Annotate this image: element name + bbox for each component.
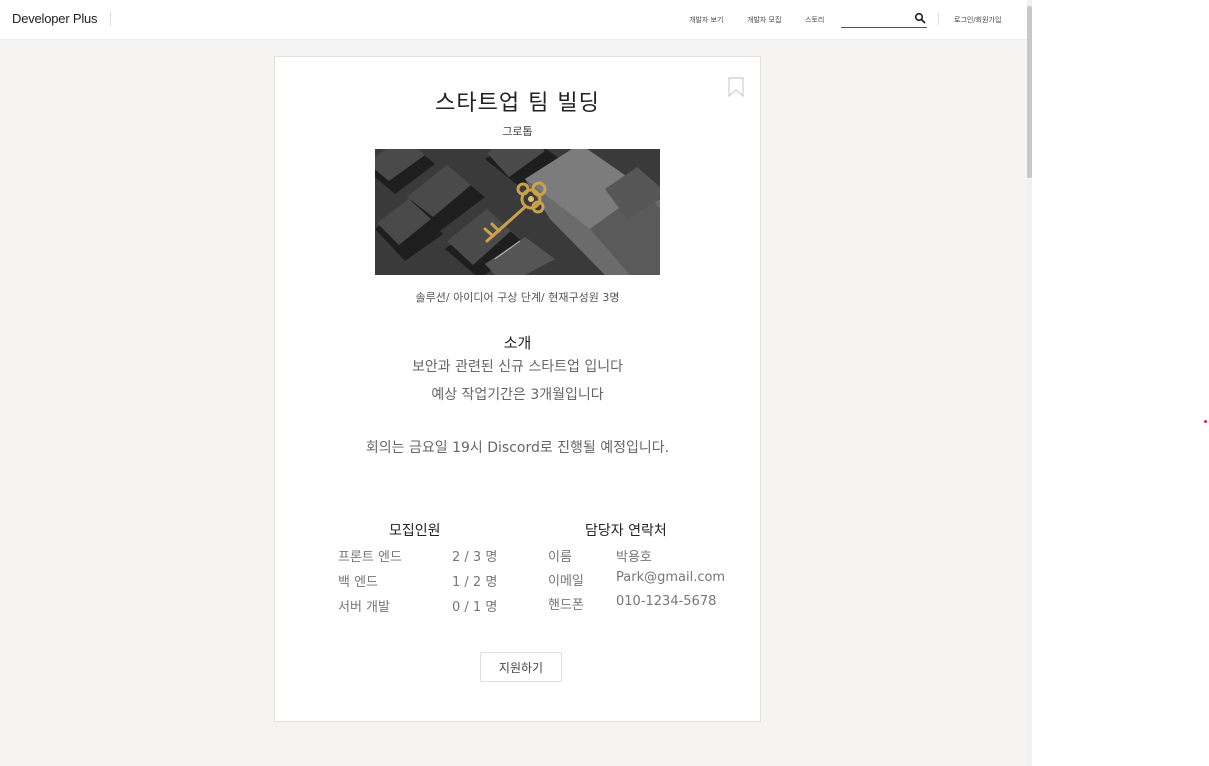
intro-line: 보안과 관련된 신규 스타트업 입니다 — [412, 359, 623, 375]
contact-heading: 담당자 연락처 — [585, 523, 667, 539]
recruit-role: 백 엔드 — [338, 575, 379, 590]
top-navbar: Developer Plus 개발자 보기 개발자 모집 스토리 로그인/회원가… — [0, 0, 1027, 40]
blank-area — [1032, 0, 1209, 766]
login-signup-link[interactable]: 로그인/회원가입 — [954, 15, 1001, 25]
recruit-count: 2 / 3 명 — [452, 550, 498, 565]
recruit-count: 0 / 1 명 — [452, 600, 498, 615]
post-meta: 솔루션/ 아이디어 구상 단계/ 현재구성원 3명 — [415, 291, 620, 304]
nav-link-developers[interactable]: 개발자 보기 — [689, 15, 723, 25]
recruit-role: 서버 개발 — [338, 600, 390, 615]
nav-divider — [938, 13, 939, 25]
intro-line: 회의는 금요일 19시 Discord로 진행될 예정입니다. — [365, 440, 670, 456]
recruit-heading: 모집인원 — [389, 523, 441, 539]
nav-link-story[interactable]: 스토리 — [805, 15, 824, 25]
page-viewport: Developer Plus 개발자 보기 개발자 모집 스토리 로그인/회원가… — [0, 0, 1027, 766]
brand-divider — [110, 12, 111, 26]
contact-email: Park@gmail.com — [616, 570, 726, 585]
contact-name: 박용호 — [616, 550, 652, 565]
search-underline — [841, 27, 927, 28]
hero-image-keyboard-key — [375, 149, 660, 275]
contact-label: 핸드폰 — [548, 598, 584, 613]
search-icon[interactable] — [914, 12, 926, 24]
recruit-count: 1 / 2 명 — [452, 575, 498, 590]
cursor-dot — [1204, 420, 1207, 423]
contact-label: 이메일 — [548, 574, 584, 589]
contact-label: 이름 — [548, 550, 572, 565]
post-card: 스타트업 팀 빌딩 그로톱 솔루션/ 아이디어 구상 단계/ 현재구성원 3명 … — [274, 56, 761, 722]
intro-heading: 소개 — [503, 334, 532, 352]
nav-link-recruit[interactable]: 개발자 모집 — [747, 15, 781, 25]
post-category: 그로톱 — [502, 125, 533, 138]
intro-line: 예상 작업기간은 3개월입니다 — [431, 387, 604, 403]
post-title: 스타트업 팀 빌딩 — [435, 91, 600, 116]
recruit-role: 프론트 엔드 — [338, 550, 402, 565]
brand-logo[interactable]: Developer Plus — [12, 11, 98, 26]
contact-phone: 010-1234-5678 — [616, 594, 717, 609]
apply-button[interactable]: 지원하기 — [480, 652, 562, 682]
search-input[interactable] — [842, 12, 912, 26]
